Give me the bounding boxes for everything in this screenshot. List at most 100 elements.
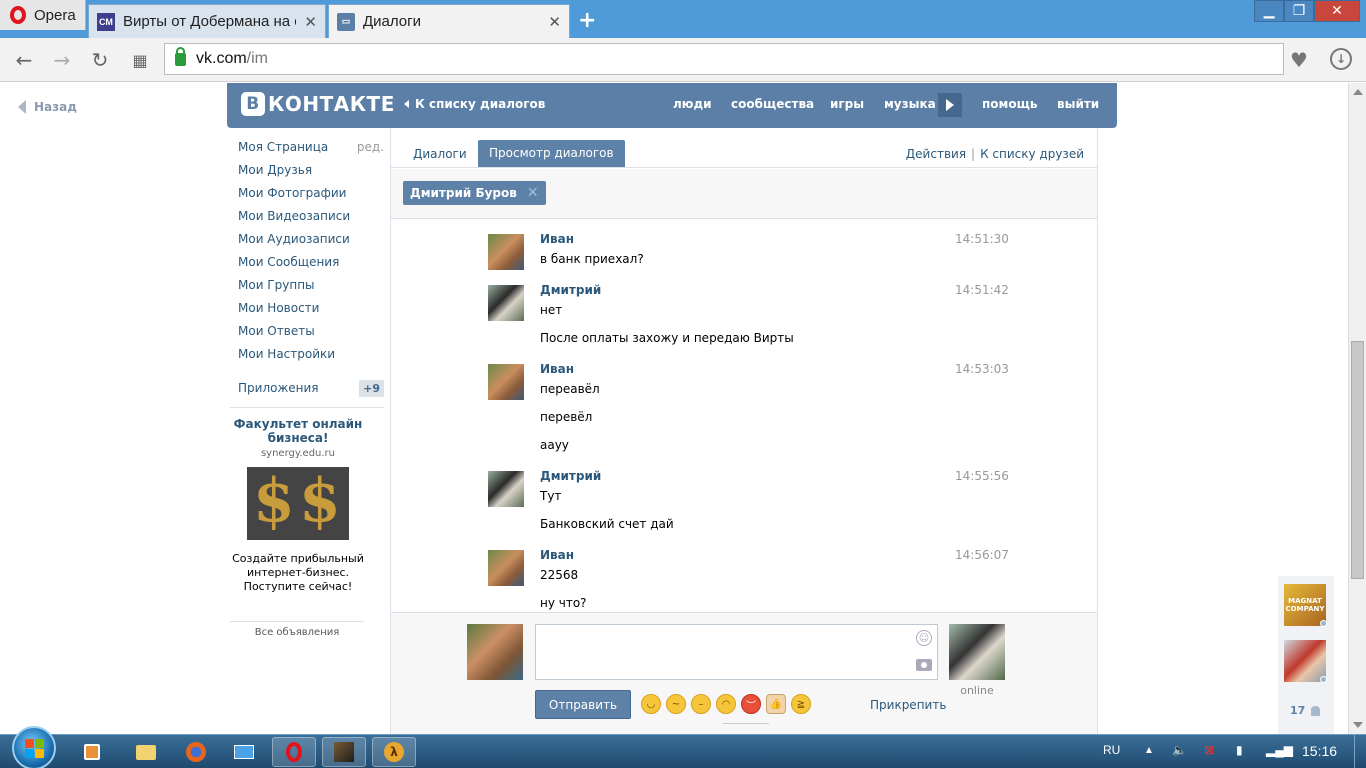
edit-link[interactable]: ред. [357,140,384,163]
message-author[interactable]: Иван [540,232,574,246]
game-taskbar-icon[interactable] [322,737,366,767]
menu-item-my-page[interactable]: Моя Страница ред. [238,140,384,163]
actions-link[interactable]: Действия [906,147,966,161]
my-avatar[interactable] [467,624,523,680]
network-error-icon[interactable]: ⊠ [1204,743,1214,757]
camera-icon[interactable] [916,659,932,671]
music-play-button[interactable] [938,93,962,117]
emoji-smile-icon[interactable]: ◡ [641,694,661,714]
ad-image-dollars[interactable]: $ $ [247,467,349,540]
menu-item-audio[interactable]: Мои Аудиозаписи [238,232,384,255]
explorer-folder-icon[interactable] [124,737,168,767]
half-life-icon[interactable]: λ [372,737,416,767]
message-time[interactable]: 14:51:30 [955,232,1009,246]
nav-music[interactable]: музыка [884,97,936,111]
emoji-smirk-icon[interactable]: ◠ [716,694,736,714]
battery-icon[interactable]: ▮ [1236,743,1243,757]
avatar[interactable] [488,550,524,586]
close-tab-icon[interactable]: ✕ [304,13,317,31]
tray-arrow-icon[interactable]: ▲ [1144,745,1154,756]
message-author[interactable]: Дмитрий [540,469,601,483]
all-ads-link[interactable]: Все объявления [230,627,364,638]
volume-icon[interactable]: 🔈 [1172,743,1187,757]
menu-item-videos[interactable]: Мои Видеозаписи [238,209,384,232]
friends-online-count[interactable]: 17 [1290,704,1321,717]
emoji-angry-icon[interactable]: ︶ [741,694,761,714]
tab-dialogs[interactable]: ▭ Диалоги ✕ [328,4,570,38]
tab-virty[interactable]: СМ Вирты от Добермана на с ✕ [88,4,326,38]
filter-token[interactable]: Дмитрий Буров ✕ [403,181,546,205]
tab-dialogs-link[interactable]: Диалоги [413,147,467,161]
menu-item-photos[interactable]: Мои Фотографии [238,186,384,209]
message-time[interactable]: 14:55:56 [955,469,1009,483]
heart-bookmark-icon[interactable]: ♥ [1290,48,1308,72]
apps-label[interactable]: Приложения [238,381,319,395]
opera-taskbar-icon[interactable] [272,737,316,767]
message-author[interactable]: Дмитрий [540,283,601,297]
show-desktop-button[interactable] [1354,735,1366,768]
nav-logout[interactable]: выйти [1057,97,1099,111]
menu-item-settings[interactable]: Мои Настройки [238,347,384,370]
media-player-icon[interactable] [70,737,114,767]
to-dialogs-link[interactable]: К списку диалогов [404,97,545,111]
smile-icon[interactable]: ☺ [916,630,932,646]
menu-item-apps[interactable]: Приложения +9 [238,377,384,399]
menu-item-answers[interactable]: Мои Ответы [238,324,384,347]
maximize-icon[interactable]: ❐ [1284,0,1314,22]
signal-icon[interactable]: ▂▄▆ [1266,743,1293,757]
minimize-icon[interactable]: ▁ [1254,0,1284,22]
nav-people[interactable]: люди [673,97,712,111]
emoji-relieved-icon[interactable]: – [691,694,711,714]
avatar[interactable] [488,364,524,400]
back-link[interactable]: Назад [18,100,77,114]
speed-dial-grid-icon[interactable]: ▦ [128,48,152,72]
ad-block[interactable]: Факультет онлайн бизнеса! synergy.edu.ru… [230,417,366,594]
menu-item-groups[interactable]: Мои Группы [238,278,384,301]
close-tab-icon[interactable]: ✕ [548,13,561,31]
attach-link[interactable]: Прикрепить [870,698,946,712]
nav-help[interactable]: помощь [982,97,1037,111]
scroll-thumb[interactable] [1351,341,1364,579]
menu-item-news[interactable]: Мои Новости [238,301,384,324]
back-arrow-icon[interactable]: ← [12,48,36,72]
download-icon[interactable]: ↓ [1330,48,1352,70]
friend-avatar[interactable]: MAGNAT COMPANY [1284,584,1326,626]
send-button[interactable]: Отправить [535,690,631,719]
emoji-thumbs-up-icon[interactable]: 👍 [766,694,786,714]
friends-list-link[interactable]: К списку друзей [980,147,1084,161]
friend-avatar[interactable] [1284,640,1326,682]
new-tab-button[interactable]: + [578,8,596,33]
scroll-up-icon[interactable] [1353,89,1363,95]
address-bar[interactable]: vk.com/im [164,43,1284,75]
firefox-icon[interactable] [174,737,218,767]
reload-icon[interactable]: ↻ [88,48,112,72]
message-time[interactable]: 14:53:03 [955,362,1009,376]
close-window-icon[interactable]: ✕ [1314,0,1360,22]
message-time[interactable]: 14:56:07 [955,548,1009,562]
emoji-laugh-icon[interactable]: ≧ [791,694,811,714]
message-input[interactable]: ☺ [535,624,938,680]
remove-token-icon[interactable]: ✕ [527,185,539,201]
resize-grip[interactable] [723,723,769,724]
menu-label[interactable]: Моя Страница [238,140,328,163]
ad-title[interactable]: Факультет онлайн бизнеса! [230,417,366,445]
scroll-down-icon[interactable] [1353,722,1363,728]
message-history[interactable]: Иван 14:51:30 в банк приехал? Дмитрий 14… [391,224,1097,612]
message-author[interactable]: Иван [540,362,574,376]
windows-start-button[interactable] [12,726,56,768]
peer-avatar[interactable] [949,624,1005,680]
avatar[interactable] [488,285,524,321]
nav-communities[interactable]: сообщества [731,97,814,111]
avatar[interactable] [488,471,524,507]
forward-arrow-icon[interactable]: → [50,48,74,72]
taskbar-clock[interactable]: 15:16 [1302,743,1337,759]
menu-item-friends[interactable]: Мои Друзья [238,163,384,186]
opera-menu-button[interactable]: Opera [0,0,86,30]
menu-item-messages[interactable]: Мои Сообщения [238,255,384,278]
page-scrollbar[interactable] [1348,83,1366,734]
avatar[interactable] [488,234,524,270]
mail-icon[interactable] [222,737,266,767]
emoji-confused-icon[interactable]: ~ [666,694,686,714]
nav-games[interactable]: игры [830,97,864,111]
vk-logo[interactable]: B КОНТАКТЕ [241,92,395,116]
